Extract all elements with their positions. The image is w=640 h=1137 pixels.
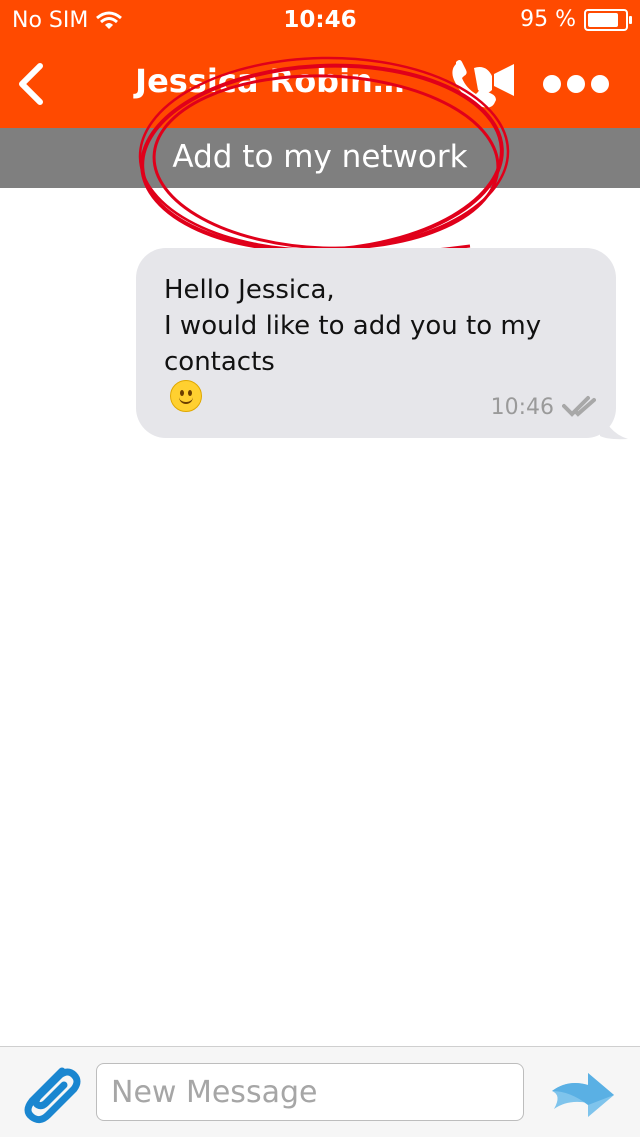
message-line-2: I would like to add you to my [164,311,542,341]
bubble-tail [600,406,628,440]
more-button[interactable] [540,64,612,104]
battery-group: 95 % [520,7,632,32]
attach-button[interactable] [18,1061,82,1125]
nav-bar: Jessica Robin… [0,40,640,128]
message-input[interactable] [96,1063,524,1121]
more-dots-icon [543,75,609,93]
call-button[interactable] [446,56,518,112]
add-to-network-banner[interactable]: Add to my network [0,128,640,188]
double-check-icon [562,396,596,417]
message-meta: 10:46 [491,394,596,420]
message-line-1: Hello Jessica, [164,275,335,305]
top-bar: No SIM 10:46 95 % Jessica Robin… [0,0,640,128]
status-bar: No SIM 10:46 95 % [0,0,640,40]
send-button[interactable] [548,1065,618,1121]
paperclip-icon [24,1067,81,1124]
message-time: 10:46 [490,394,554,420]
smile-emoji-icon [170,380,202,412]
send-arrow-icon [552,1073,614,1117]
back-button[interactable] [14,60,50,108]
battery-fill [588,12,618,27]
message-line-3: contacts [164,347,275,377]
chevron-left-icon [19,63,43,105]
contact-name-title[interactable]: Jessica Robin… [120,62,420,102]
phone-video-icon [452,60,514,108]
battery-icon [584,8,632,31]
composer-bar [0,1046,640,1137]
message-bubble[interactable]: Hello Jessica, I would like to add you t… [136,248,616,438]
message-text: Hello Jessica, I would like to add you t… [164,272,594,412]
battery-percent: 95 % [520,7,576,32]
